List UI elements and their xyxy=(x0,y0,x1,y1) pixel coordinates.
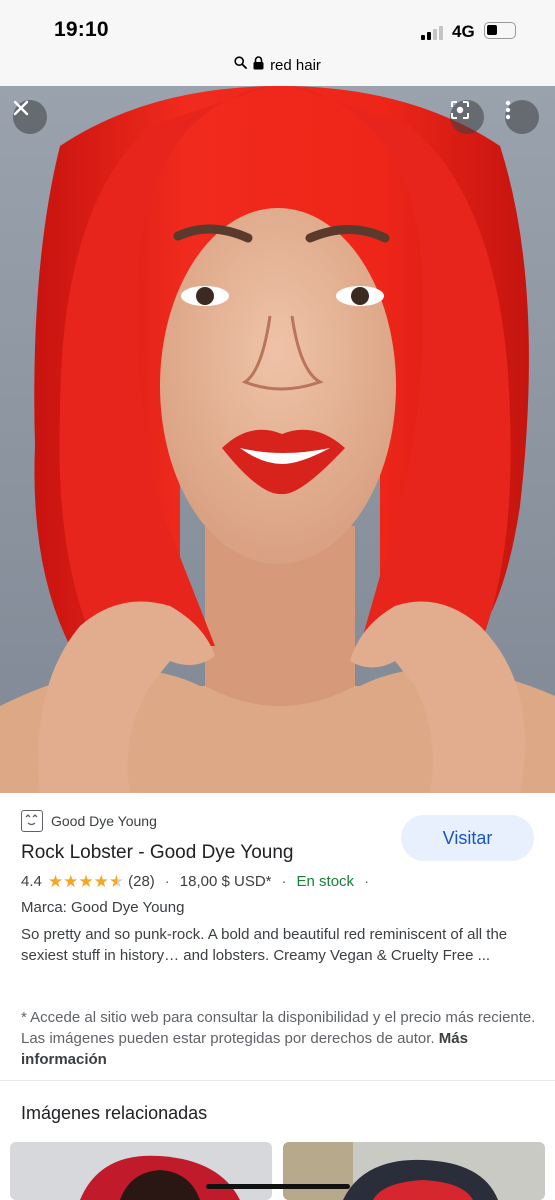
related-thumbnail[interactable] xyxy=(283,1142,545,1200)
related-thumbnail[interactable] xyxy=(10,1142,272,1200)
lens-button[interactable] xyxy=(450,100,484,134)
rating-stars: ★ ★ ★ ★ ★ xyxy=(48,873,124,890)
signal-icon xyxy=(421,24,447,40)
stock-status: En stock xyxy=(296,873,355,890)
related-images-title: Imágenes relacionadas xyxy=(21,1103,208,1123)
source-name: Good Dye Young xyxy=(51,813,157,829)
source-favicon-icon xyxy=(21,810,43,832)
url-text: red hair xyxy=(270,56,321,74)
source-row[interactable]: Good Dye Young xyxy=(21,810,157,832)
visit-button[interactable]: Visitar xyxy=(401,815,534,861)
star-icon: ★ xyxy=(47,872,64,891)
home-indicator[interactable] xyxy=(206,1184,350,1189)
status-bar: 19:10 4G xyxy=(0,0,555,52)
review-count: (28) xyxy=(128,873,155,890)
brand-label: Marca: Good Dye Young xyxy=(21,899,185,916)
star-icon: ★ xyxy=(93,872,109,891)
star-icon: ★ xyxy=(78,872,94,891)
disclaimer: * Accede al sitio web para consultar la … xyxy=(21,1007,537,1070)
status-time: 19:10 xyxy=(54,18,109,41)
close-button[interactable] xyxy=(13,100,47,134)
lock-icon xyxy=(253,55,264,75)
rating-value: 4.4 xyxy=(21,873,42,890)
result-title[interactable]: Rock Lobster - Good Dye Young xyxy=(21,842,294,864)
more-button[interactable] xyxy=(505,100,539,134)
search-icon xyxy=(234,56,247,74)
divider xyxy=(0,1080,555,1081)
description: So pretty and so punk-rock. A bold and b… xyxy=(21,926,508,964)
price: 18,00 $ USD* xyxy=(179,873,272,890)
url-bar[interactable]: red hair xyxy=(0,52,555,86)
star-icon: ★ xyxy=(63,872,79,891)
separator: · xyxy=(281,873,287,890)
result-image[interactable] xyxy=(0,86,555,793)
portrait-illustration xyxy=(0,86,555,793)
battery-nub xyxy=(484,22,516,39)
meta-row: 4.4 ★ ★ ★ ★ ★ (28) · 18,00 $ USD* · En stock… xyxy=(21,873,379,890)
separator: · xyxy=(164,873,170,890)
separator: · xyxy=(364,873,370,890)
network-label: 4G xyxy=(452,22,475,41)
star-half-icon: ★ xyxy=(108,872,125,891)
